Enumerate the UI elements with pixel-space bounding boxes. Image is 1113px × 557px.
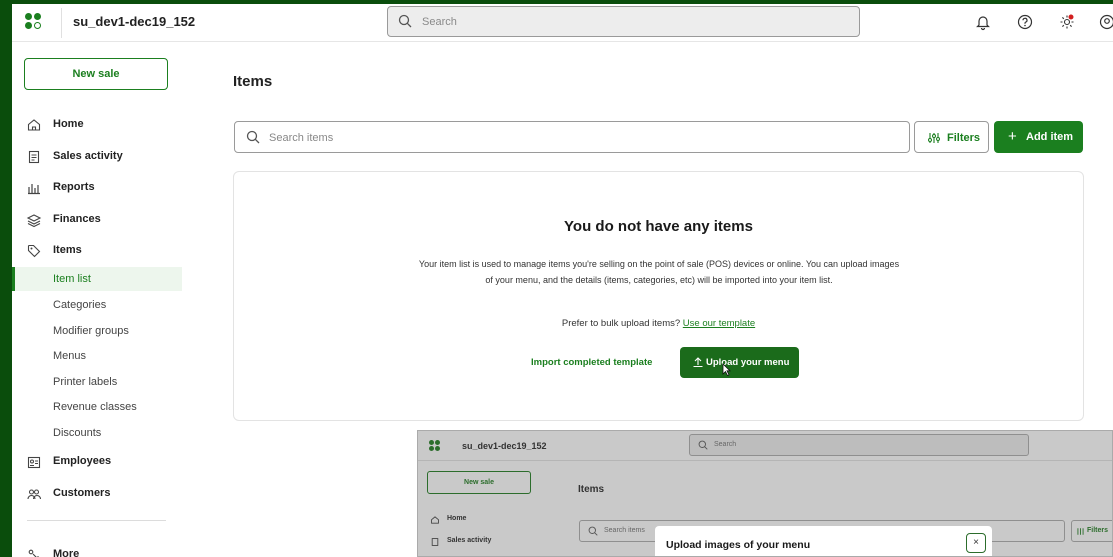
account-icon[interactable] <box>1098 13 1113 31</box>
sidebar-item-home[interactable]: Home <box>12 113 182 137</box>
sidebar-item-label: Finances <box>53 213 101 225</box>
global-search-input[interactable]: Search <box>387 6 860 37</box>
sliders-icon <box>1077 528 1084 535</box>
sidebar-subitem-categories[interactable]: Categories <box>12 293 182 317</box>
tag-icon <box>27 244 41 258</box>
app-window: su_dev1-dec19_152 Search New sale Home S… <box>12 4 1113 557</box>
close-icon[interactable]: × <box>966 533 986 553</box>
mouse-pointer-icon <box>722 363 731 377</box>
preview-search-input: Search <box>689 434 1029 456</box>
sidebar-subitem-revenue-classes[interactable]: Revenue classes <box>12 395 182 419</box>
use-template-link[interactable]: Use our template <box>683 318 755 329</box>
preview-new-sale-button: New sale <box>427 471 531 494</box>
upload-menu-label: Upload your menu <box>706 357 790 368</box>
preview-nav-label: Home <box>447 515 467 522</box>
receipt-icon <box>28 150 40 164</box>
sidebar-subitem-label: Revenue classes <box>53 401 137 413</box>
search-placeholder: Search items <box>269 132 334 144</box>
app-logo-icon[interactable] <box>25 13 43 31</box>
sidebar-item-label: Sales activity <box>53 150 123 162</box>
sidebar-subitem-label: Printer labels <box>53 376 118 388</box>
screen-preview-overlay: su_dev1-dec19_152 Search New sale Items … <box>417 430 1113 557</box>
sidebar-item-more[interactable]: More <box>12 543 182 557</box>
upload-menu-modal: Upload images of your menu × <box>655 526 992 556</box>
sidebar-item-employees[interactable]: Employees <box>12 450 182 474</box>
items-search-input[interactable]: Search items <box>234 121 910 153</box>
help-icon[interactable] <box>1016 13 1034 31</box>
sidebar-subitem-label: Item list <box>53 273 91 285</box>
add-item-label: Add item <box>1026 131 1074 143</box>
divider <box>61 8 62 38</box>
more-icon <box>28 549 39 557</box>
preview-search-placeholder: Search items <box>604 527 645 534</box>
bell-icon[interactable] <box>974 13 992 31</box>
settings-gear-icon[interactable] <box>1058 13 1076 31</box>
sliders-icon <box>928 133 940 143</box>
new-sale-button[interactable]: New sale <box>24 58 168 90</box>
sidebar-subitem-modifier-groups[interactable]: Modifier groups <box>12 319 182 343</box>
empty-state-description: Your item list is used to manage items y… <box>418 259 900 285</box>
sidebar-subitem-printer-labels[interactable]: Printer labels <box>12 370 182 394</box>
preview-page-title: Items <box>578 484 605 495</box>
sidebar-subitem-label: Discounts <box>53 427 102 439</box>
home-icon <box>431 516 439 524</box>
preview-nav-home: Home <box>430 515 466 527</box>
import-template-button[interactable]: Import completed template <box>531 357 652 368</box>
search-icon <box>398 14 412 28</box>
receipt-icon <box>431 538 439 546</box>
bar-chart-icon <box>28 184 40 195</box>
page-title: Items <box>233 73 273 90</box>
filters-label: Filters <box>947 132 981 144</box>
bulk-upload-text: Prefer to bulk upload items? <box>561 318 681 329</box>
sidebar-item-label: More <box>53 548 80 557</box>
sidebar: New sale Home Sales activity Reports Fin… <box>12 43 182 557</box>
sidebar-item-items[interactable]: Items <box>12 239 182 263</box>
preview-top-bar: su_dev1-dec19_152 Search <box>418 431 1112 461</box>
id-card-icon <box>27 456 41 469</box>
app-logo-icon <box>429 440 441 452</box>
empty-state-card: You do not have any items Your item list… <box>233 171 1084 421</box>
top-bar: su_dev1-dec19_152 Search <box>12 4 1113 42</box>
empty-state-heading: You do not have any items <box>564 218 753 235</box>
sidebar-divider <box>27 520 166 521</box>
sidebar-item-finances[interactable]: Finances <box>12 208 182 232</box>
sidebar-subitem-discounts[interactable]: Discounts <box>12 421 182 445</box>
preview-search-placeholder: Search <box>714 441 737 448</box>
people-icon <box>27 489 42 500</box>
modal-title: Upload images of your menu <box>666 539 811 551</box>
preview-nav-sales-activity: Sales activity <box>430 537 491 549</box>
layers-icon <box>26 214 42 228</box>
sidebar-item-label: Items <box>53 244 82 256</box>
sidebar-item-label: Customers <box>53 487 111 499</box>
preview-filters-button: Filters <box>1071 520 1112 542</box>
preview-location-name: su_dev1-dec19_152 <box>462 441 547 451</box>
sidebar-item-label: Home <box>53 118 84 130</box>
preview-filters-label: Filters <box>1087 527 1109 534</box>
sidebar-item-reports[interactable]: Reports <box>12 176 182 200</box>
preview-nav-label: Sales activity <box>447 537 492 544</box>
filters-button[interactable]: Filters <box>914 121 989 153</box>
sidebar-subitem-label: Categories <box>53 299 107 311</box>
sidebar-subitem-label: Menus <box>53 350 87 362</box>
upload-menu-button[interactable]: Upload your menu <box>680 347 799 378</box>
location-name[interactable]: su_dev1-dec19_152 <box>73 14 195 29</box>
search-placeholder: Search <box>422 16 457 28</box>
sidebar-subitem-label: Modifier groups <box>53 325 129 337</box>
search-icon <box>246 130 260 144</box>
bulk-upload-prompt: Prefer to bulk upload items? Use our tem… <box>234 318 1083 329</box>
add-item-button[interactable]: + Add item <box>994 121 1083 153</box>
plus-icon: + <box>1008 128 1017 145</box>
active-indicator <box>12 267 15 291</box>
sidebar-item-label: Reports <box>53 181 95 193</box>
search-icon <box>698 440 708 450</box>
sidebar-item-customers[interactable]: Customers <box>12 482 182 506</box>
sidebar-subitem-menus[interactable]: Menus <box>12 344 182 368</box>
sidebar-item-sales-activity[interactable]: Sales activity <box>12 145 182 169</box>
sidebar-item-label: Employees <box>53 455 112 467</box>
upload-icon <box>693 357 703 368</box>
home-icon <box>27 119 41 131</box>
sidebar-subitem-item-list[interactable]: Item list <box>12 267 182 291</box>
search-icon <box>588 526 598 536</box>
